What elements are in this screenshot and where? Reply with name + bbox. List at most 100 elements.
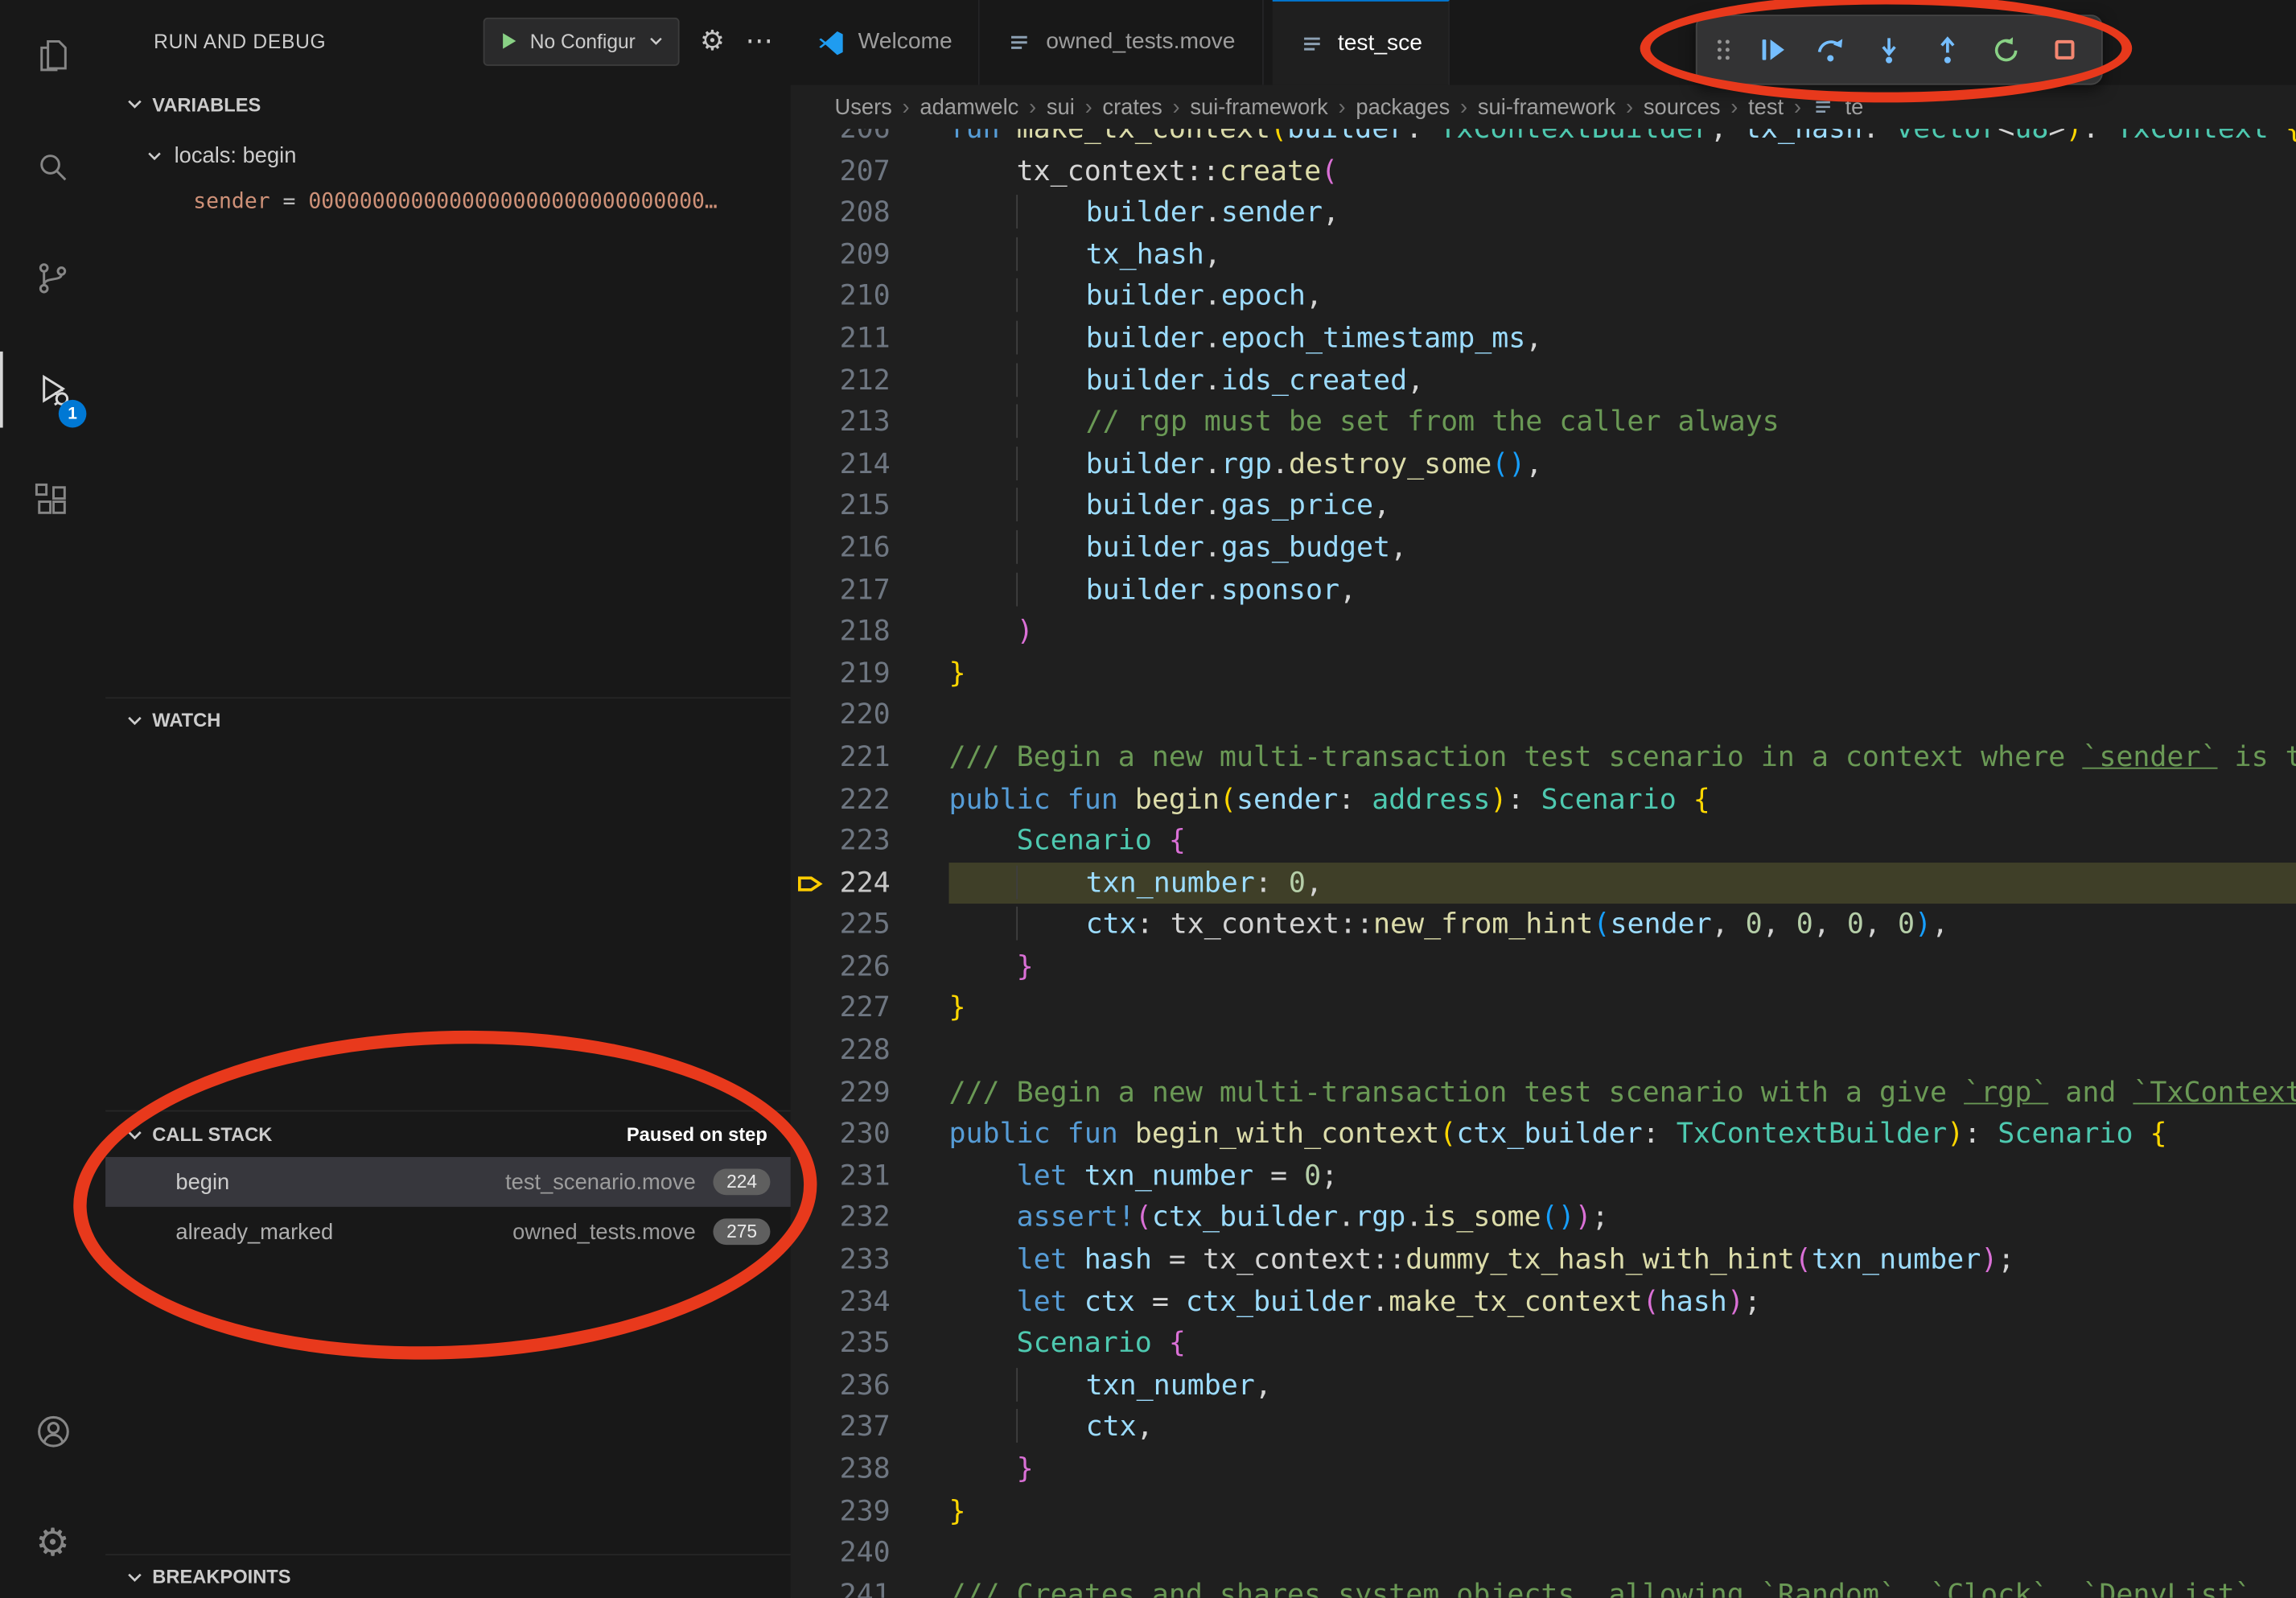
variables-section-header[interactable]: VARIABLES xyxy=(105,82,791,126)
accounts-icon[interactable] xyxy=(0,1375,105,1486)
chevron-down-icon xyxy=(123,1122,146,1146)
code-line: 238 } xyxy=(791,1448,2296,1490)
line-number[interactable]: 228 xyxy=(791,1030,949,1072)
breadcrumb-item[interactable]: te xyxy=(1845,94,1864,119)
line-number[interactable]: 235 xyxy=(791,1323,949,1365)
line-number[interactable]: 240 xyxy=(791,1532,949,1574)
line-number[interactable]: 231 xyxy=(791,1155,949,1197)
breadcrumb-item[interactable]: Users xyxy=(835,94,892,119)
toolbar-drag-handle[interactable] xyxy=(1709,25,1738,75)
variables-scope-row[interactable]: locals: begin xyxy=(105,132,791,179)
code-line: 213 // rgp must be set from the caller a… xyxy=(791,402,2296,443)
line-number[interactable]: 241 xyxy=(791,1574,949,1598)
activity-bar-bottom: ⚙ xyxy=(0,1375,105,1598)
code-line: 215 builder.gas_price, xyxy=(791,485,2296,527)
stop-icon xyxy=(2048,34,2080,66)
step-out-icon xyxy=(1932,34,1964,66)
tab-test-scenario[interactable]: test_sce xyxy=(1272,0,1450,85)
line-number[interactable]: 236 xyxy=(791,1365,949,1406)
extensions-icon[interactable] xyxy=(0,445,105,556)
line-number[interactable]: 238 xyxy=(791,1448,949,1490)
breadcrumb-item[interactable]: sui xyxy=(1047,94,1075,119)
line-number[interactable]: 225 xyxy=(791,904,949,946)
line-number[interactable]: 234 xyxy=(791,1281,949,1323)
line-number[interactable]: 220 xyxy=(791,694,949,736)
editor-area: Welcome owned_tests.move test_sce Users … xyxy=(791,0,2296,1598)
variable-row[interactable]: sender = 0000000000000000000000000000000… xyxy=(105,179,791,225)
step-into-button[interactable] xyxy=(1864,25,1914,75)
tab-welcome[interactable]: Welcome xyxy=(791,0,980,85)
line-number[interactable]: 219 xyxy=(791,653,949,694)
stop-button[interactable] xyxy=(2040,25,2090,75)
line-number[interactable]: 229 xyxy=(791,1072,949,1114)
call-stack-section-header[interactable]: CALL STACK Paused on step xyxy=(105,1110,791,1157)
line-number[interactable]: 215 xyxy=(791,485,949,527)
code-text: public fun begin(sender: address): Scena… xyxy=(948,778,2296,820)
breadcrumb-item[interactable]: crates xyxy=(1102,94,1162,119)
breadcrumb-item[interactable]: adamwelc xyxy=(920,94,1018,119)
step-over-button[interactable] xyxy=(1805,25,1855,75)
run-and-debug-icon[interactable]: 1 xyxy=(0,334,105,445)
debug-config-dropdown[interactable]: No Configur xyxy=(483,17,679,65)
line-number[interactable]: 206 xyxy=(791,129,949,150)
line-number[interactable]: 208 xyxy=(791,192,949,234)
line-number[interactable]: 207 xyxy=(791,150,949,192)
start-debugging-icon xyxy=(496,29,520,52)
line-number[interactable]: 217 xyxy=(791,569,949,611)
code-editor[interactable]: 206fun make_tx_context(builder: TxContex… xyxy=(791,129,2296,1598)
breakpoints-section-header[interactable]: BREAKPOINTS xyxy=(105,1554,791,1598)
breadcrumb-item[interactable]: packages xyxy=(1356,94,1450,119)
watch-section-header[interactable]: WATCH xyxy=(105,697,791,741)
code-text: } xyxy=(948,946,2296,988)
call-stack-frame[interactable]: begin test_scenario.move 224 xyxy=(105,1157,791,1207)
breadcrumb-item[interactable]: sui-framework xyxy=(1478,94,1615,119)
line-number[interactable]: 210 xyxy=(791,276,949,318)
more-actions-icon[interactable]: ⋯ xyxy=(745,27,773,56)
line-number[interactable]: 230 xyxy=(791,1114,949,1155)
settings-gear-icon[interactable]: ⚙ xyxy=(0,1487,105,1598)
chevron-down-icon xyxy=(646,31,666,51)
activity-bar: 1 ⚙ xyxy=(0,0,107,1598)
line-number[interactable]: 224 xyxy=(791,863,949,904)
line-number[interactable]: 216 xyxy=(791,527,949,569)
code-line: 226 } xyxy=(791,946,2296,988)
line-number[interactable]: 211 xyxy=(791,318,949,360)
line-number[interactable]: 232 xyxy=(791,1197,949,1239)
code-text: // rgp must be set from the caller alway… xyxy=(948,402,2296,443)
code-text xyxy=(948,1030,2296,1072)
tab-owned-tests[interactable]: owned_tests.move xyxy=(980,0,1263,85)
breadcrumb-item[interactable]: sources xyxy=(1644,94,1721,119)
line-number[interactable]: 223 xyxy=(791,820,949,862)
code-text: builder.gas_budget, xyxy=(948,527,2296,569)
line-number[interactable]: 221 xyxy=(791,736,949,778)
explorer-icon[interactable] xyxy=(0,0,105,111)
line-number[interactable]: 226 xyxy=(791,946,949,988)
breadcrumb-item[interactable]: test xyxy=(1748,94,1784,119)
line-number[interactable]: 227 xyxy=(791,988,949,1030)
line-number[interactable]: 214 xyxy=(791,443,949,485)
search-icon[interactable] xyxy=(0,111,105,222)
line-number[interactable]: 239 xyxy=(791,1490,949,1532)
line-number[interactable]: 233 xyxy=(791,1239,949,1281)
debug-gear-icon[interactable]: ⚙ xyxy=(700,27,725,56)
line-number[interactable]: 209 xyxy=(791,234,949,276)
code-line: 207 tx_context::create( xyxy=(791,150,2296,192)
breadcrumb-item[interactable]: sui-framework xyxy=(1190,94,1327,119)
step-out-button[interactable] xyxy=(1923,25,1973,75)
line-number[interactable]: 218 xyxy=(791,611,949,653)
source-control-icon[interactable] xyxy=(0,223,105,334)
code-line: 221/// Begin a new multi-transaction tes… xyxy=(791,736,2296,778)
code-line: 229/// Begin a new multi-transaction tes… xyxy=(791,1072,2296,1114)
restart-button[interactable] xyxy=(1981,25,2031,75)
code-line: 233 let hash = tx_context::dummy_tx_hash… xyxy=(791,1239,2296,1281)
vscode-window: 1 ⚙ RUN AND DEBUG No Configur ⚙ ⋯ xyxy=(0,0,2296,1598)
line-number[interactable]: 237 xyxy=(791,1406,949,1448)
line-number[interactable]: 213 xyxy=(791,402,949,443)
call-stack-frame[interactable]: already_marked owned_tests.move 275 xyxy=(105,1207,791,1257)
code-text: builder.epoch_timestamp_ms, xyxy=(948,318,2296,360)
line-number[interactable]: 212 xyxy=(791,360,949,402)
continue-button[interactable] xyxy=(1747,25,1796,75)
code-line: 220 xyxy=(791,694,2296,736)
line-number[interactable]: 222 xyxy=(791,778,949,820)
code-line: 208 builder.sender, xyxy=(791,192,2296,234)
